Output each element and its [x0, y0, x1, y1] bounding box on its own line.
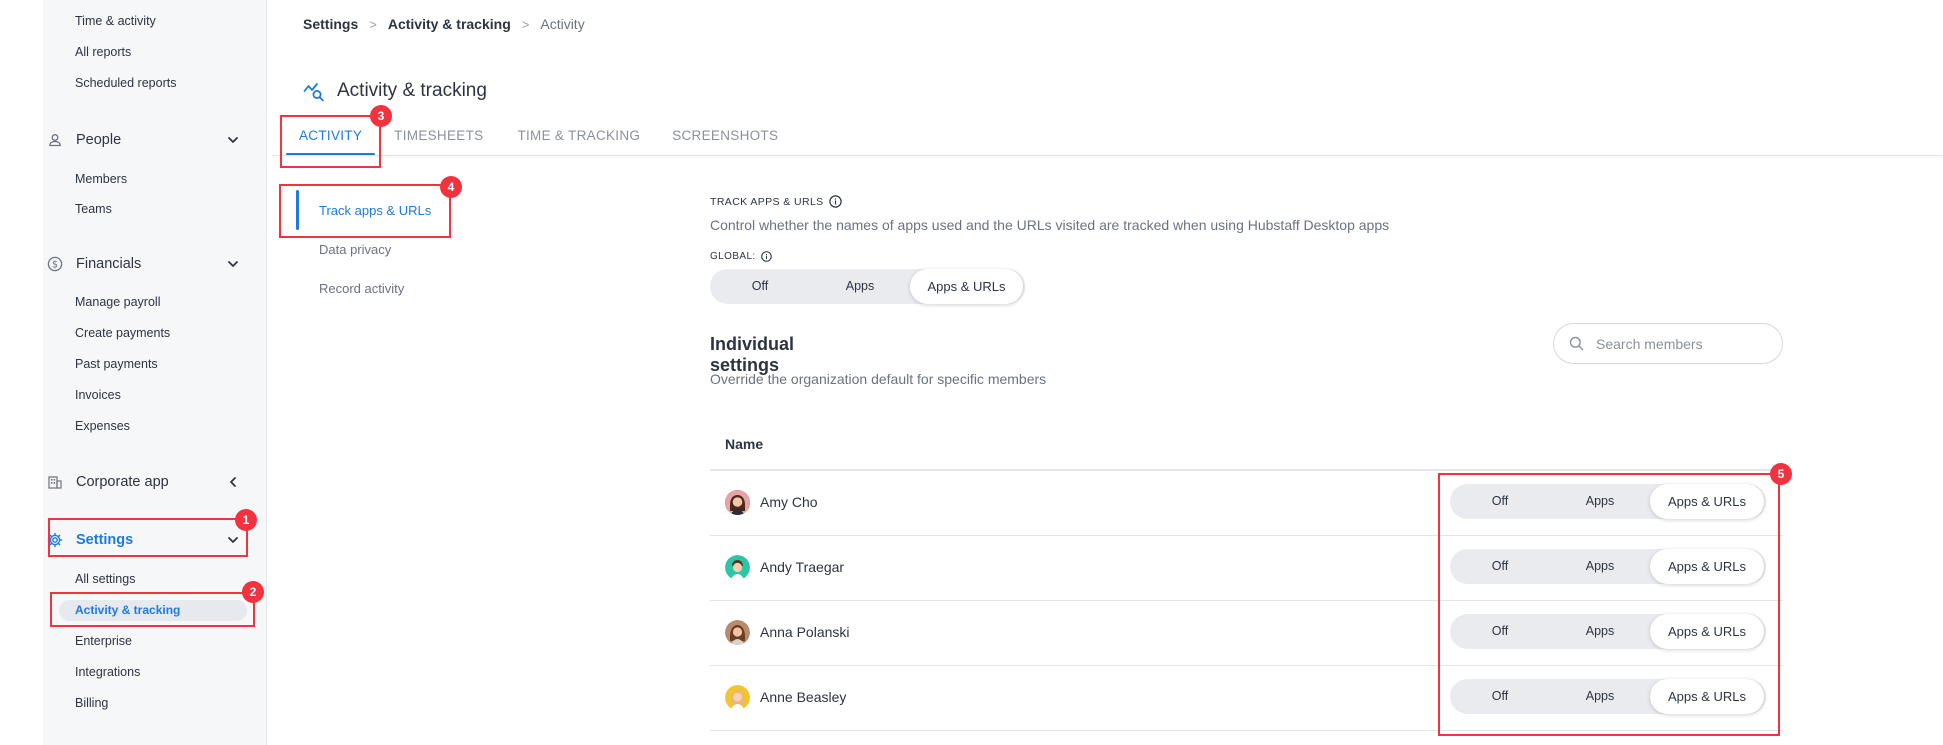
callout-box-1 [48, 518, 248, 557]
callout-badge-1: 1 [235, 509, 257, 531]
member-name: Anna Polanski [760, 624, 850, 640]
track-apps-description: Control whether the names of apps used a… [710, 217, 1390, 233]
callout-box-2 [50, 592, 255, 627]
sidebar-group-label: Financials [76, 256, 142, 272]
member-name: Andy Traegar [760, 559, 845, 575]
avatar [725, 685, 750, 710]
sidebar-item-billing[interactable]: Billing [75, 696, 108, 710]
member-name: Amy Cho [760, 494, 818, 510]
sidebar-item-past-payments[interactable]: Past payments [75, 357, 158, 371]
sidebar-group-corporate-app[interactable]: Corporate app [43, 464, 253, 500]
individual-settings-title: Individual settings [710, 334, 795, 375]
callout-box-4 [279, 184, 451, 238]
member-name: Anne Beasley [760, 689, 847, 705]
breadcrumb-separator: > [369, 16, 377, 32]
tab-time-tracking[interactable]: TIME & TRACKING [502, 118, 655, 156]
svg-text:$: $ [52, 259, 58, 270]
activity-search-icon [303, 83, 324, 102]
global-tracking-toggle: Off Apps Apps & URLs [710, 269, 1025, 304]
sidebar-group-financials[interactable]: $ Financials [43, 246, 253, 282]
global-option-apps-urls[interactable]: Apps & URLs [910, 269, 1023, 304]
search-input[interactable] [1596, 335, 1776, 352]
breadcrumb-separator: > [521, 16, 530, 32]
global-option-off[interactable]: Off [710, 269, 810, 304]
building-icon [48, 476, 62, 489]
callout-badge-5: 5 [1770, 463, 1792, 485]
track-apps-label: TRACK APPS & URLS [710, 195, 842, 208]
global-option-apps[interactable]: Apps [810, 269, 910, 304]
chevron-down-icon [228, 137, 238, 143]
callout-box-5 [1438, 473, 1780, 736]
sidebar-item-time-activity[interactable]: Time & activity [75, 14, 156, 28]
callout-box-3 [280, 115, 381, 168]
search-members[interactable] [1553, 323, 1783, 364]
chevron-down-icon [228, 261, 238, 267]
sidebar-group-label: Corporate app [76, 474, 169, 490]
sidebar: Time & activity All reports Scheduled re… [43, 0, 267, 745]
track-apps-label-text: TRACK APPS & URLS [710, 195, 824, 208]
column-header-name[interactable]: Name [725, 436, 763, 452]
info-icon[interactable] [760, 251, 772, 262]
avatar [725, 555, 750, 580]
subnav-item-data-privacy[interactable]: Data privacy [319, 242, 391, 257]
page-title: Activity & tracking [303, 80, 487, 102]
global-label-text: GLOBAL: [710, 251, 756, 262]
sidebar-item-teams[interactable]: Teams [75, 202, 112, 216]
callout-badge-4: 4 [440, 176, 462, 198]
avatar [725, 490, 750, 515]
global-label: GLOBAL: [710, 251, 772, 262]
breadcrumb: Settings > Activity & tracking > Activit… [303, 16, 585, 32]
subnav-item-record-activity[interactable]: Record activity [319, 281, 404, 296]
sidebar-item-all-reports[interactable]: All reports [75, 45, 131, 59]
page-title-text: Activity & tracking [337, 80, 487, 101]
avatar [725, 620, 750, 645]
tab-timesheets[interactable]: TIMESHEETS [379, 118, 498, 156]
breadcrumb-settings[interactable]: Settings [303, 16, 358, 32]
sidebar-item-expenses[interactable]: Expenses [75, 419, 130, 433]
callout-badge-3: 3 [370, 105, 392, 127]
sidebar-item-all-settings[interactable]: All settings [75, 572, 135, 586]
chevron-left-icon [230, 477, 236, 487]
callout-badge-2: 2 [242, 581, 264, 603]
sidebar-group-label: People [76, 132, 122, 148]
tab-screenshots[interactable]: SCREENSHOTS [657, 118, 793, 156]
sidebar-item-members[interactable]: Members [75, 172, 127, 186]
breadcrumb-activity-tracking[interactable]: Activity & tracking [388, 16, 511, 32]
tab-divider [272, 155, 1943, 156]
sidebar-item-create-payments[interactable]: Create payments [75, 326, 170, 340]
sidebar-item-integrations[interactable]: Integrations [75, 665, 140, 679]
sidebar-item-scheduled-reports[interactable]: Scheduled reports [75, 76, 176, 90]
dollar-circle-icon: $ [47, 256, 63, 272]
sidebar-item-enterprise[interactable]: Enterprise [75, 634, 132, 648]
individual-settings-description: Override the organization default for sp… [710, 371, 1047, 387]
info-icon[interactable] [828, 195, 842, 208]
breadcrumb-activity: Activity [540, 16, 585, 32]
sidebar-group-people[interactable]: People [43, 122, 253, 158]
sidebar-item-manage-payroll[interactable]: Manage payroll [75, 295, 160, 309]
sidebar-item-invoices[interactable]: Invoices [75, 388, 121, 402]
search-icon [1569, 336, 1584, 351]
person-icon [49, 134, 61, 147]
